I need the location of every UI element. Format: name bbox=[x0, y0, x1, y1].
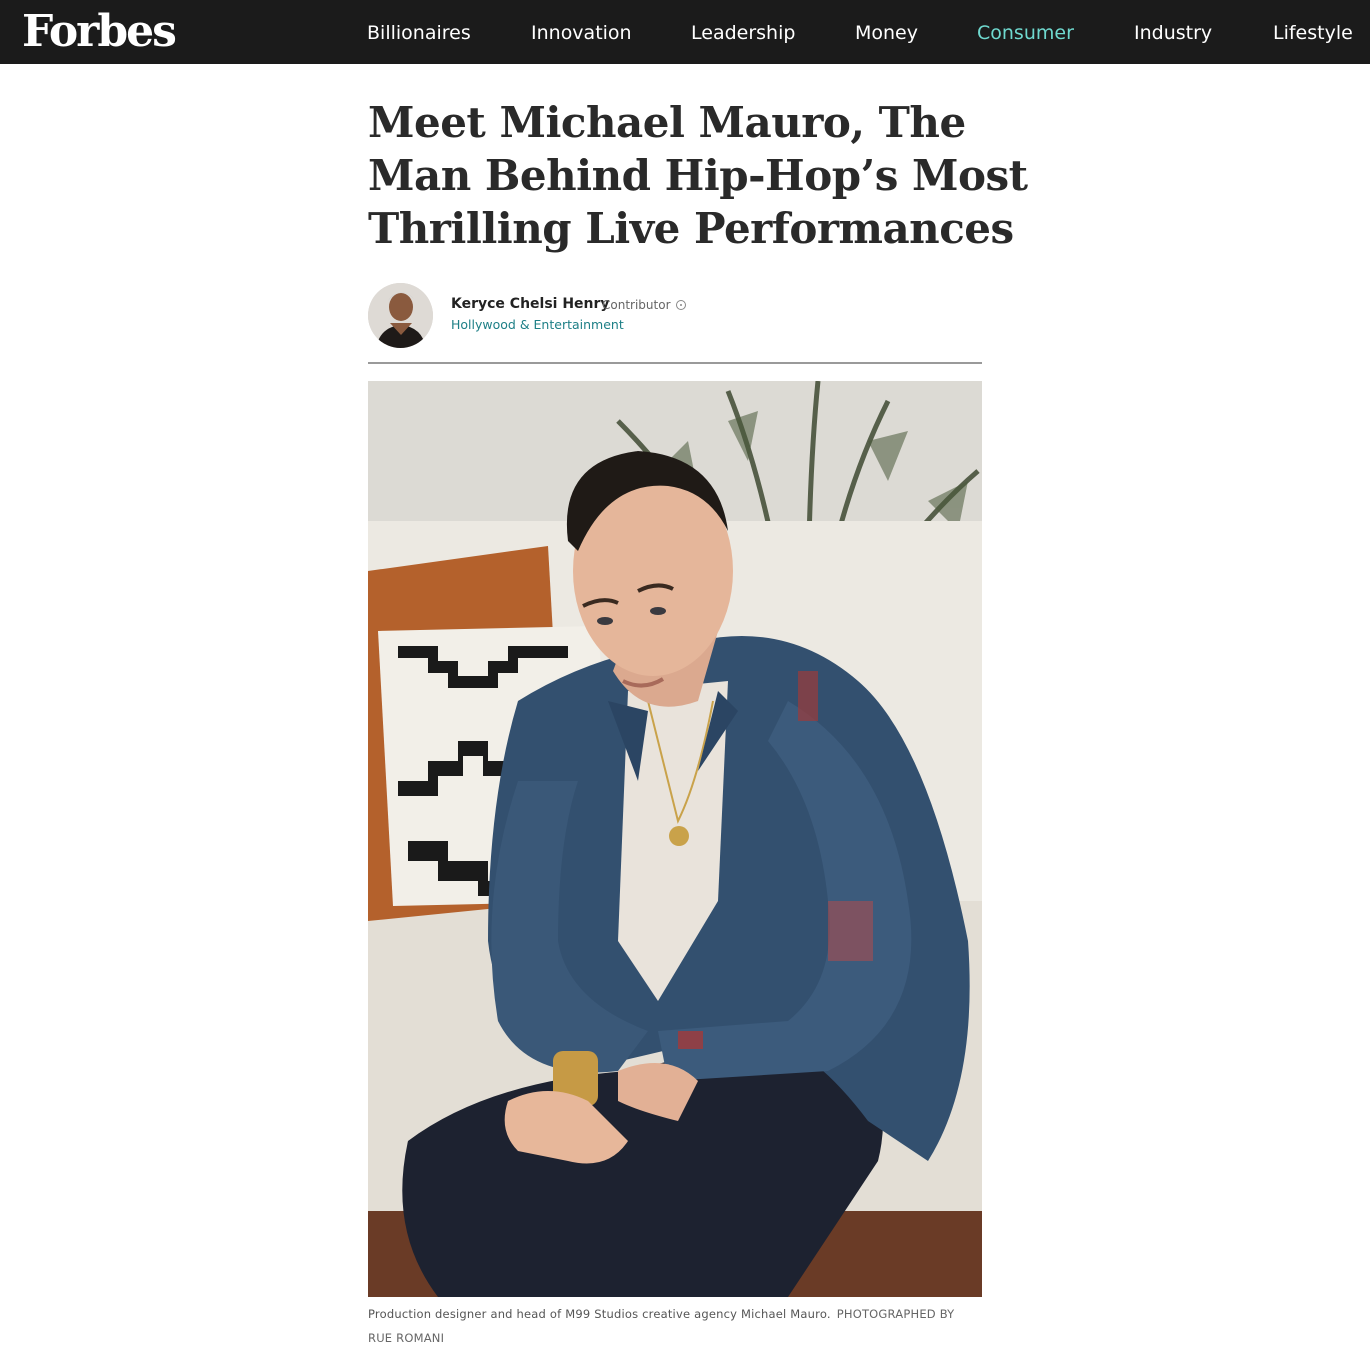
top-navigation-bar: Forbes Billionaires Innovation Leadershi… bbox=[0, 0, 1370, 64]
forbes-logo[interactable]: Forbes bbox=[22, 4, 177, 60]
byline-divider bbox=[368, 362, 982, 364]
nav-item-consumer[interactable]: Consumer bbox=[977, 20, 1074, 46]
author-avatar[interactable] bbox=[368, 283, 433, 348]
nav-item-lifestyle[interactable]: Lifestyle bbox=[1273, 20, 1353, 46]
author-name[interactable]: Keryce Chelsi Henry bbox=[451, 296, 610, 312]
article-headline: Meet Michael Mauro, The Man Behind Hip-H… bbox=[368, 98, 1028, 253]
caption-text: Production designer and head of M99 Stud… bbox=[368, 1307, 831, 1321]
nav-item-innovation[interactable]: Innovation bbox=[531, 20, 632, 46]
nav-item-industry[interactable]: Industry bbox=[1134, 20, 1212, 46]
hero-image[interactable] bbox=[368, 381, 982, 1297]
nav-item-billionaires[interactable]: Billionaires bbox=[367, 20, 471, 46]
author-avatar-photo bbox=[368, 283, 433, 348]
info-icon[interactable] bbox=[676, 300, 686, 310]
image-caption: Production designer and head of M99 Stud… bbox=[368, 1302, 982, 1350]
nav-item-leadership[interactable]: Leadership bbox=[691, 20, 795, 46]
author-channel-link[interactable]: Hollywood & Entertainment bbox=[451, 317, 624, 332]
nav-item-money[interactable]: Money bbox=[855, 20, 918, 46]
man-in-denim-jacket-photo bbox=[368, 381, 982, 1297]
author-role: Contributor bbox=[602, 298, 671, 312]
